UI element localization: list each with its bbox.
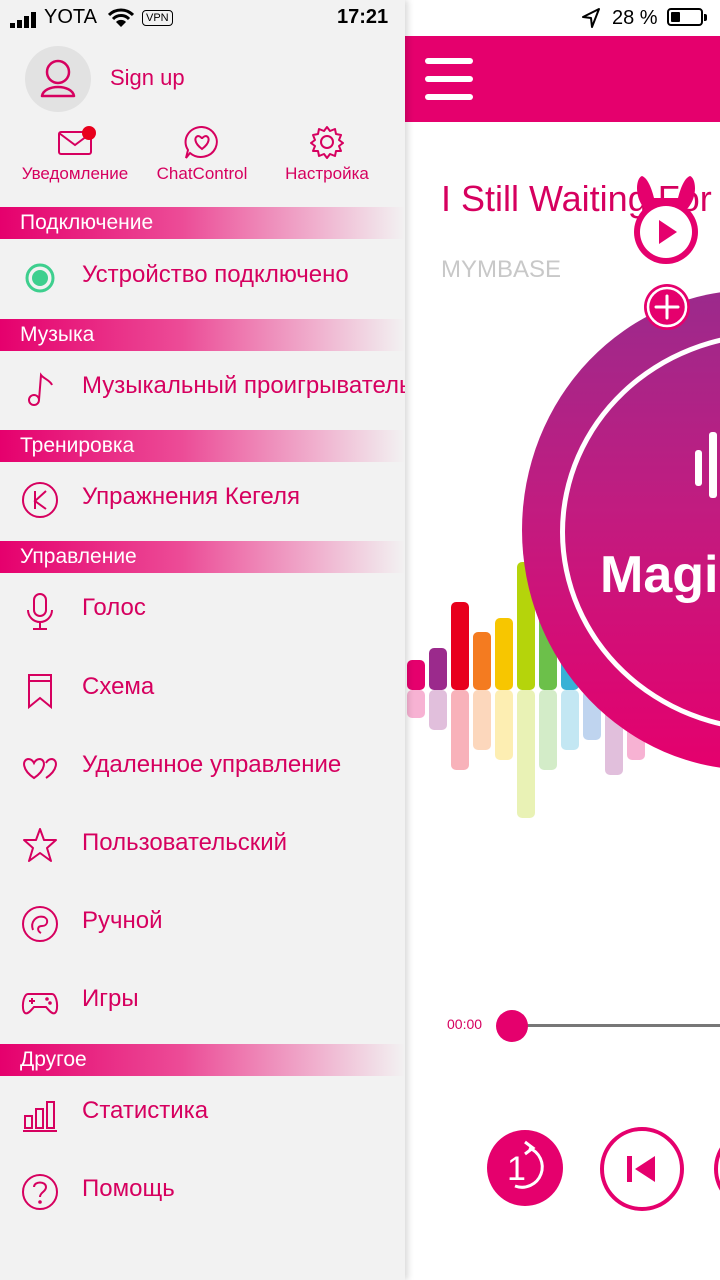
eq-bar-reflection bbox=[407, 690, 425, 718]
section-title: Другое bbox=[20, 1048, 87, 1071]
menu-help[interactable]: Помощь bbox=[0, 1162, 405, 1222]
menu-item-label: Удаленное управление bbox=[82, 751, 342, 778]
gear-icon bbox=[310, 126, 344, 159]
section-title: Управление bbox=[20, 545, 137, 568]
menu-item-label: Ручной bbox=[82, 907, 163, 934]
heart-chat-icon bbox=[184, 125, 218, 159]
chatcontrol-label: ChatControl bbox=[156, 164, 248, 183]
elapsed-time: 00:00 bbox=[447, 1016, 483, 1032]
section-title: Музыка bbox=[20, 323, 95, 346]
menu-item-label: Статистика bbox=[82, 1097, 209, 1124]
menu-kegel-exercises[interactable]: Упражнения Кегеля bbox=[0, 470, 405, 530]
bar-chart-icon bbox=[23, 1101, 57, 1132]
star-icon bbox=[23, 828, 57, 862]
menu-device-connected[interactable]: Устройство подключено bbox=[0, 248, 405, 308]
previous-track-icon[interactable] bbox=[599, 1126, 685, 1212]
menu-item-label: Схема bbox=[82, 673, 155, 700]
menu-games[interactable]: Игры bbox=[0, 972, 405, 1032]
bunny-play-button[interactable] bbox=[630, 172, 702, 270]
progress-track[interactable] bbox=[527, 1024, 720, 1027]
svg-text:1: 1 bbox=[507, 1150, 526, 1188]
section-music: Музыка bbox=[0, 319, 405, 351]
status-time: 17:21 bbox=[337, 6, 389, 28]
menu-item-label: Пользовательский bbox=[82, 829, 288, 856]
section-title: Подключение bbox=[20, 211, 154, 234]
carrier-name: YOTA bbox=[44, 6, 97, 28]
eq-bar-upper bbox=[429, 648, 447, 690]
progress-knob[interactable] bbox=[496, 1010, 528, 1042]
eq-bar-reflection bbox=[429, 690, 447, 730]
eq-bar-reflection bbox=[451, 690, 469, 770]
menu-remote-control[interactable]: Удаленное управление bbox=[0, 738, 405, 798]
menu-manual[interactable]: Ручной bbox=[0, 894, 405, 954]
section-title: Тренировка bbox=[20, 434, 135, 457]
microphone-icon bbox=[27, 593, 53, 630]
location-arrow-icon bbox=[582, 8, 600, 28]
settings-button[interactable]: Настройка bbox=[262, 124, 392, 194]
player-header bbox=[405, 36, 720, 122]
avatar[interactable] bbox=[25, 46, 91, 112]
battery-percent: 28 % bbox=[612, 7, 658, 29]
music-note-icon bbox=[28, 372, 53, 406]
section-training: Тренировка bbox=[0, 430, 405, 462]
kegel-k-icon bbox=[22, 482, 58, 518]
repeat-one-icon[interactable]: 1 bbox=[485, 1128, 565, 1208]
notification-dot bbox=[82, 126, 96, 140]
section-other: Другое bbox=[0, 1044, 405, 1076]
wifi-icon bbox=[108, 8, 134, 27]
status-bar-right: 28 % bbox=[405, 0, 720, 36]
menu-statistics[interactable]: Статистика bbox=[0, 1084, 405, 1144]
vpn-badge: VPN bbox=[142, 10, 173, 26]
section-control: Управление bbox=[0, 541, 405, 573]
eq-bar-reflection bbox=[561, 690, 579, 750]
eq-bar-reflection bbox=[473, 690, 491, 750]
eq-bar-upper bbox=[473, 632, 491, 690]
play-pause-button-partial[interactable] bbox=[713, 1126, 720, 1212]
eq-bar-upper bbox=[407, 660, 425, 690]
eq-bar-reflection bbox=[495, 690, 513, 760]
settings-label: Настройка bbox=[285, 164, 369, 183]
eq-bar-reflection bbox=[539, 690, 557, 770]
signup-link[interactable]: Sign up bbox=[110, 65, 185, 91]
notifications-label: Уведомление bbox=[21, 164, 129, 183]
notifications-button[interactable]: Уведомление bbox=[10, 124, 140, 194]
user-icon bbox=[40, 59, 76, 98]
menu-scheme[interactable]: Схема bbox=[0, 660, 405, 720]
eq-bar-upper bbox=[451, 602, 469, 690]
disc-label: Magic bbox=[600, 546, 720, 604]
menu-item-label: Устройство подключено bbox=[82, 261, 349, 288]
chatcontrol-button[interactable]: ChatControl bbox=[137, 124, 267, 194]
menu-item-label: Помощь bbox=[82, 1175, 175, 1202]
menu-item-label: Упражнения Кегеля bbox=[82, 483, 300, 510]
menu-item-label: Голос bbox=[82, 594, 146, 621]
menu-item-label: Игры bbox=[82, 985, 139, 1012]
connected-status-icon bbox=[25, 263, 55, 293]
menu-voice[interactable]: Голос bbox=[0, 581, 405, 641]
manual-dial-icon bbox=[22, 906, 58, 942]
gamepad-icon bbox=[21, 993, 59, 1015]
music-player-screen: 28 % I Still Waiting For MYMBASE Magic 0… bbox=[405, 0, 720, 1280]
hearts-icon bbox=[23, 757, 57, 780]
signal-strength-icon bbox=[10, 12, 36, 28]
disc-ring bbox=[560, 332, 720, 732]
disc-sound-icon bbox=[695, 432, 717, 498]
eq-bar-reflection bbox=[517, 690, 535, 818]
bookmark-icon bbox=[28, 674, 52, 710]
battery-icon bbox=[667, 8, 707, 26]
artist-name: MYMBASE bbox=[441, 256, 562, 283]
menu-custom[interactable]: Пользовательский bbox=[0, 816, 405, 876]
help-question-icon bbox=[22, 1174, 58, 1210]
menu-music-player[interactable]: Музыкальный проигрыватель bbox=[0, 359, 405, 419]
eq-bar-upper bbox=[495, 618, 513, 690]
section-connection: Подключение bbox=[0, 207, 405, 239]
menu-hamburger-icon[interactable] bbox=[425, 58, 473, 100]
menu-item-label: Музыкальный проигрыватель bbox=[82, 372, 405, 399]
side-drawer: YOTA VPN 17:21 Sign up Уведомление ChatC… bbox=[0, 0, 405, 1280]
add-plus-icon[interactable] bbox=[642, 282, 692, 332]
